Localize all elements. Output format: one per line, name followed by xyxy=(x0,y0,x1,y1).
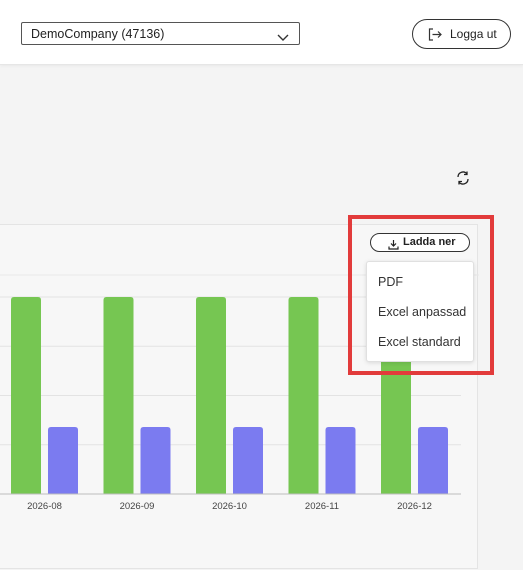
menu-item-excel-anpassad[interactable]: Excel anpassad xyxy=(367,298,473,326)
chart-bar xyxy=(418,427,448,494)
logout-label: Logga ut xyxy=(450,27,497,41)
chevron-down-icon xyxy=(277,29,289,47)
chart-bar xyxy=(48,427,78,494)
chart-bar xyxy=(103,297,134,494)
logout-button[interactable]: Logga ut xyxy=(412,19,511,49)
x-tick-label: 2026-10 xyxy=(212,501,247,512)
company-select-value: DemoCompany (47136) xyxy=(31,27,165,41)
download-icon xyxy=(388,237,399,255)
x-tick-label: 2026-08 xyxy=(27,501,62,512)
chart-bar xyxy=(233,427,263,494)
top-header: DemoCompany (47136) Logga ut xyxy=(0,0,523,65)
download-dropdown-menu: PDF Excel anpassad Excel standard xyxy=(366,261,474,362)
chart-bar xyxy=(288,297,319,494)
x-tick-label: 2026-11 xyxy=(305,501,339,512)
chart-bar xyxy=(196,297,226,494)
company-select[interactable]: DemoCompany (47136) xyxy=(21,22,300,45)
download-label: Ladda ner xyxy=(403,236,456,248)
logout-icon xyxy=(428,28,442,46)
download-button[interactable]: Ladda ner xyxy=(370,233,470,252)
chart-bar xyxy=(11,297,41,494)
x-tick-label: 2026-12 xyxy=(397,501,432,512)
refresh-icon[interactable] xyxy=(455,170,471,191)
menu-item-pdf[interactable]: PDF xyxy=(367,268,473,296)
menu-item-excel-standard[interactable]: Excel standard xyxy=(367,328,473,356)
x-tick-label: 2026-09 xyxy=(120,501,155,512)
chart-bar xyxy=(140,427,171,494)
chart-bar xyxy=(325,427,356,494)
